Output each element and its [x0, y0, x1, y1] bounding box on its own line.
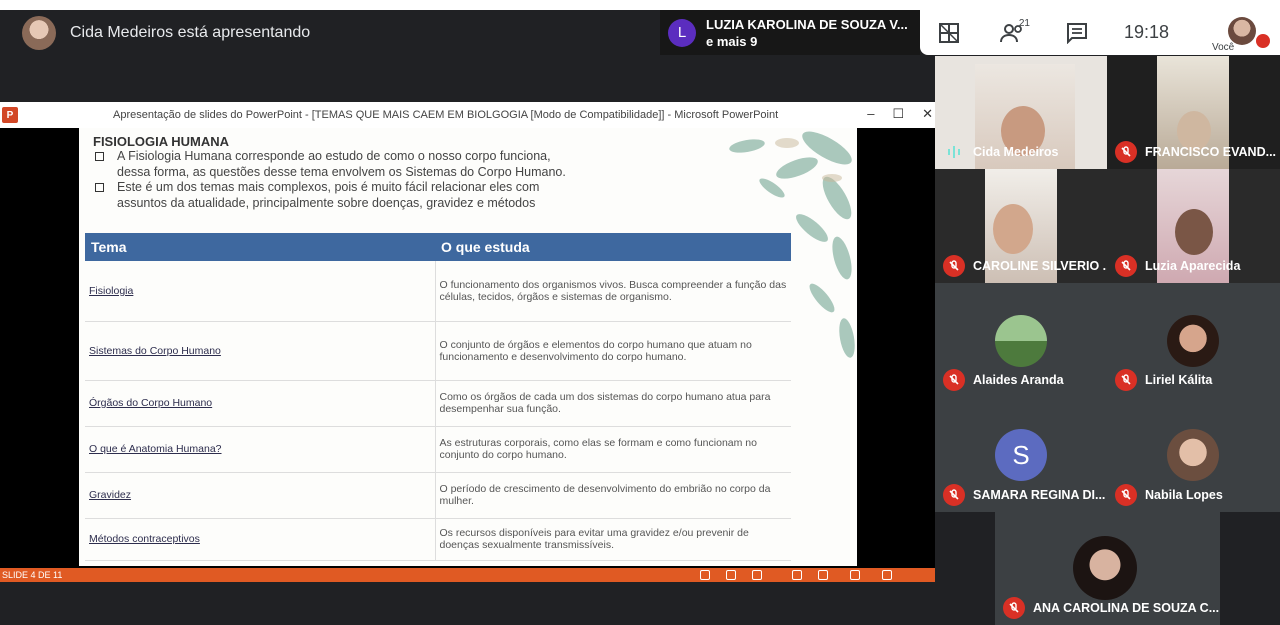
sorter-view-icon[interactable]: [818, 570, 828, 580]
participant-tile[interactable]: CAROLINE SILVERIO ...: [935, 169, 1107, 283]
bullet-item: A Fisiologia Humana corresponde ao estud…: [93, 149, 583, 180]
topic-description: As estruturas corporais, como elas se fo…: [435, 426, 791, 473]
table-row: Métodos contraceptivos Os recursos dispo…: [85, 518, 791, 561]
table-row: Sistemas do Corpo Humano O conjunto de ó…: [85, 321, 791, 381]
shared-screen: P Apresentação de slides do PowerPoint -…: [0, 102, 935, 582]
slide-bullets: A Fisiologia Humana corresponde ao estud…: [93, 149, 583, 211]
participant-name: Cida Medeiros: [973, 145, 1059, 159]
participant-tile[interactable]: FRANCISCO EVAND...: [1107, 56, 1280, 169]
self-label: Você: [1212, 42, 1235, 53]
participant-name: Luzia Aparecida: [1145, 259, 1241, 273]
layout-button[interactable]: [932, 16, 966, 50]
grid-icon: [939, 22, 959, 43]
slideshow-view-icon[interactable]: [882, 570, 892, 580]
topic-link[interactable]: Métodos contraceptivos: [85, 518, 436, 561]
maximize-icon[interactable]: ☐: [892, 106, 904, 122]
topic-link[interactable]: Sistemas do Corpo Humano: [85, 321, 436, 381]
participant-name: Liriel Kálita: [1145, 373, 1213, 387]
reading-view-icon[interactable]: [850, 570, 860, 580]
ppt-titlebar: P Apresentação de slides do PowerPoint -…: [0, 102, 935, 128]
participant-name: Alaides Aranda: [973, 373, 1064, 387]
participant-tile[interactable]: Cida Medeiros: [935, 56, 1107, 169]
topics-table: Tema O que estuda Fisiologia O funcionam…: [85, 233, 791, 561]
slide-counter: SLIDE 4 DE 11: [2, 570, 63, 580]
participant-tile[interactable]: Liriel Kálita: [1107, 283, 1280, 397]
topic-link[interactable]: Gravidez: [85, 472, 436, 519]
minimize-icon[interactable]: –: [867, 106, 874, 122]
mic-off-icon: [1003, 597, 1025, 619]
ppt-window-title: Apresentação de slides do PowerPoint - […: [113, 109, 779, 121]
slide-heading: FISIOLOGIA HUMANA: [93, 134, 230, 149]
topic-description: Os recursos disponíveis para evitar uma …: [435, 518, 791, 561]
participant-name: SAMARA REGINA DI...: [973, 488, 1106, 502]
mic-off-icon: [1115, 141, 1137, 163]
participant-tile[interactable]: Nabila Lopes: [1107, 397, 1280, 512]
table-row: Fisiologia O funcionamento dos organismo…: [85, 261, 791, 322]
participant-tile[interactable]: Alaides Aranda: [935, 283, 1107, 397]
bullet-item: Este é um dos temas mais complexos, pois…: [93, 180, 583, 211]
topic-description: O conjunto de órgãos e elementos do corp…: [435, 321, 791, 381]
ppt-status-bar: SLIDE 4 DE 11: [0, 568, 935, 582]
table-row: O que é Anatomia Humana? As estruturas c…: [85, 426, 791, 473]
participant-avatar: [1073, 536, 1137, 600]
table-header: Tema: [85, 233, 435, 261]
participant-avatar: [1167, 315, 1219, 367]
close-icon[interactable]: ✕: [922, 106, 933, 122]
table-row: Gravidez O período de crescimento de des…: [85, 472, 791, 519]
notification-name: LUZIA KAROLINA DE SOUZA V...: [706, 16, 908, 32]
notification-extra: e mais 9: [706, 33, 758, 49]
participant-avatar: [1167, 429, 1219, 481]
face: [993, 204, 1033, 254]
face: [1175, 209, 1213, 255]
presenter-text: Cida Medeiros está apresentando: [70, 24, 311, 41]
topic-link[interactable]: Órgãos do Corpo Humano: [85, 380, 436, 427]
top-strip: [0, 0, 1280, 10]
mic-off-icon: [1115, 484, 1137, 506]
mic-off-icon: [1115, 369, 1137, 391]
participant-name: Nabila Lopes: [1145, 488, 1223, 502]
topic-description: Como os órgãos de cada um dos sistemas d…: [435, 380, 791, 427]
topic-link[interactable]: Fisiologia: [85, 261, 436, 322]
prev-slide-icon[interactable]: [700, 570, 710, 580]
participant-avatar: [995, 315, 1047, 367]
notification-avatar: L: [668, 18, 696, 47]
participant-tile[interactable]: ANA CAROLINA DE SOUZA C...: [995, 512, 1220, 625]
participant-tile[interactable]: S SAMARA REGINA DI...: [935, 397, 1107, 512]
mic-off-icon: [943, 369, 965, 391]
table-row: Órgãos do Corpo Humano Como os órgãos de…: [85, 380, 791, 427]
next-slide-icon[interactable]: [752, 570, 762, 580]
topic-description: O funcionamento dos organismos vivos. Bu…: [435, 261, 791, 322]
clock: 19:18: [1124, 22, 1170, 42]
self-avatar: [1228, 17, 1256, 45]
slide: FISIOLOGIA HUMANA A Fisiologia Humana co…: [79, 128, 857, 566]
participant-name: ANA CAROLINA DE SOUZA C...: [1033, 601, 1220, 615]
chat-notification[interactable]: L LUZIA KAROLINA DE SOUZA V... e mais 9: [660, 10, 920, 55]
presenter-avatar: [22, 16, 56, 50]
speaking-icon: [943, 141, 965, 163]
topic-description: O período de crescimento de desenvolvime…: [435, 472, 791, 519]
participant-tile[interactable]: Luzia Aparecida: [1107, 169, 1280, 283]
chat-icon: [1067, 22, 1087, 44]
self-tile[interactable]: Você: [1212, 14, 1270, 54]
meeting-controls: 21 19:18 Você: [920, 10, 1280, 55]
participant-avatar: S: [995, 429, 1047, 481]
presenter-banner: Cida Medeiros está apresentando: [22, 16, 310, 50]
normal-view-icon[interactable]: [792, 570, 802, 580]
mic-off-icon: [1256, 34, 1270, 48]
chat-button[interactable]: [1060, 16, 1094, 50]
participant-name: FRANCISCO EVAND...: [1145, 145, 1277, 159]
mic-off-icon: [943, 255, 965, 277]
powerpoint-icon: P: [2, 107, 18, 123]
mic-off-icon: [1115, 255, 1137, 277]
table-header: O que estuda: [435, 233, 791, 261]
menu-icon[interactable]: [726, 570, 736, 580]
topic-link[interactable]: O que é Anatomia Humana?: [85, 426, 436, 473]
mic-off-icon: [943, 484, 965, 506]
participant-name: CAROLINE SILVERIO ...: [973, 259, 1107, 273]
participants-count: 21: [1018, 17, 1030, 29]
participants-button[interactable]: 21: [996, 16, 1030, 50]
